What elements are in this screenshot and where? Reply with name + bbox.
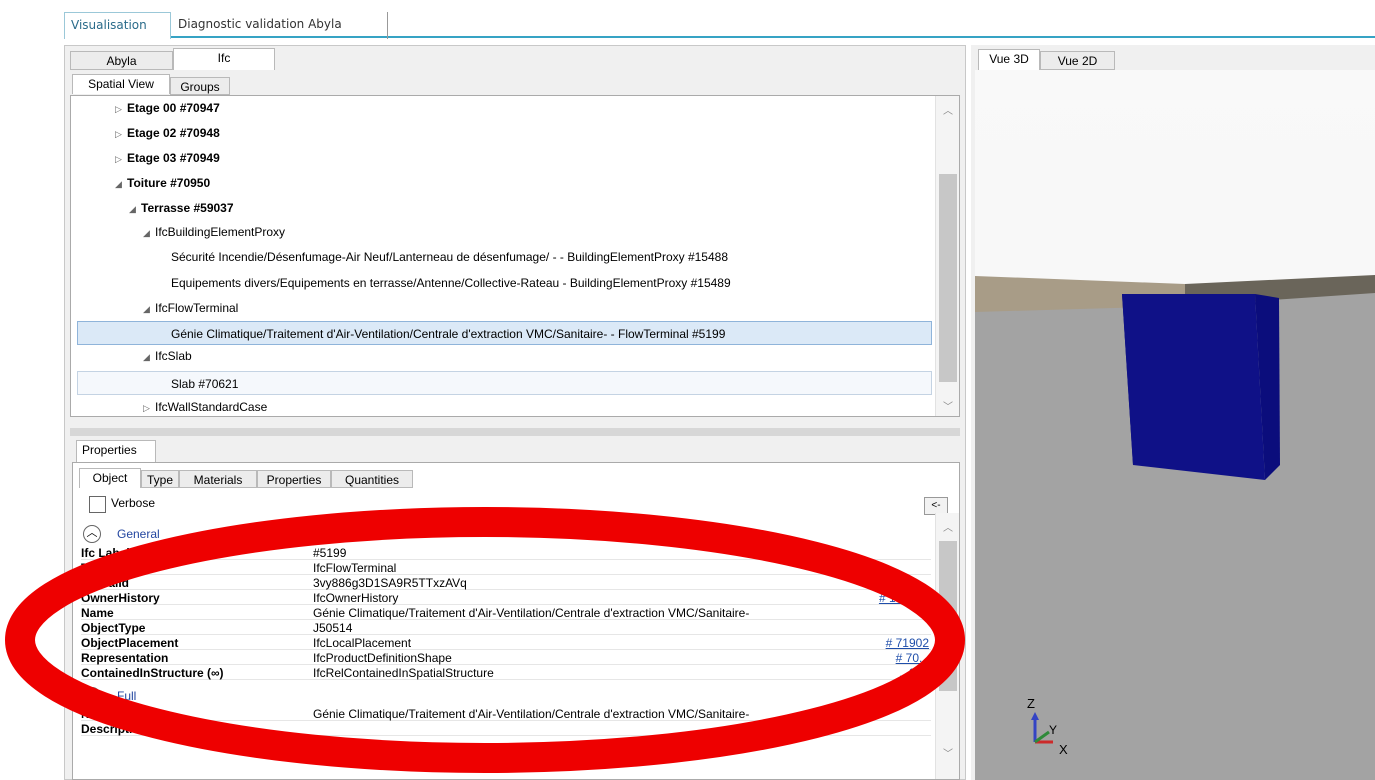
full-section-header: Full [117,689,137,703]
object-placement-link[interactable]: # 71902 [886,636,929,650]
tab-spatial-view[interactable]: Spatial View [72,74,170,94]
scroll-up-icon[interactable]: ︿ [936,102,959,117]
tab-abyla[interactable]: Abyla [70,51,173,70]
chevron-right-icon[interactable]: ▷ [143,396,155,416]
3d-viewport[interactable]: Z Y X [975,70,1375,780]
tab-vue-2d[interactable]: Vue 2D [1040,51,1115,70]
z-axis-label: Z [1027,696,1035,711]
table-row[interactable]: GlobalId 3vy886g3D1SA9R5TTxzAVq [81,576,931,590]
tab-materials[interactable]: Materials [179,470,257,488]
properties-scrollbar[interactable]: ︿ ﹀ [935,513,959,779]
verbose-label: Verbose [111,496,156,510]
tab-visualisation[interactable]: Visualisation [64,12,171,39]
properties-panel: Object Type Materials Properties Quantit… [72,462,960,780]
chevron-down-icon[interactable]: ◢ [115,172,127,196]
tree-item[interactable]: Sécurité Incendie/Désenfumage-Air Neuf/L… [171,245,728,269]
tab-type[interactable]: Type [141,470,179,488]
chevron-down-icon[interactable]: ◢ [129,197,141,221]
spatial-tree[interactable]: ▷ Etage 00 #70947 ▷ Etage 02 #70948 ▷ Etage… [70,95,960,417]
chevron-down-icon[interactable]: ◢ [143,221,155,245]
table-row[interactable]: Ifc Label #5199 [81,546,931,560]
tab-diagnostic-validation[interactable]: Diagnostic validation Abyla [172,12,388,39]
scroll-up-icon[interactable]: ︿ [936,519,959,534]
chevron-down-icon[interactable]: ◢ [143,345,155,369]
table-row[interactable]: Name Génie Climatique/Traitement d'Air-Ve… [81,606,931,620]
collapse-full-icon[interactable]: ︿ [83,687,101,705]
tree-scrollbar[interactable]: ︿ ﹀ [935,96,959,416]
table-row[interactable]: ObjectPlacement IfcLocalPlacement # 71902 [81,636,931,650]
tab-ifc[interactable]: Ifc [173,48,275,70]
3d-scene[interactable]: Z Y X [975,70,1375,780]
tab-groups[interactable]: Groups [170,77,230,95]
tree-item[interactable]: ▷ Etage 02 #70948 [115,121,220,145]
representation-link[interactable]: # 70... [896,651,929,665]
collapse-general-icon[interactable]: ︿ [83,525,101,543]
table-row[interactable]: ContainedInStructure (∞) IfcRelContainedI… [81,666,931,680]
table-row[interactable]: Representation IfcProductDefinitionShape #… [81,651,931,665]
scroll-down-icon[interactable]: ﹀ [936,398,959,413]
chevron-right-icon[interactable]: ▷ [115,147,127,171]
table-row[interactable]: ObjectType J50514 [81,621,931,635]
top-tab-strip: Visualisation Diagnostic validation Abyl… [64,8,1375,39]
cube-front-face [1122,294,1265,480]
tab-properties-sub[interactable]: Properties [257,470,331,488]
y-axis-label: Y [1049,723,1057,737]
panel-splitter[interactable] [70,428,960,436]
tab-properties[interactable]: Properties [76,440,156,462]
scroll-thumb[interactable] [939,174,957,382]
tree-item[interactable]: ◢ Toiture #70950 [115,171,210,195]
tab-quantities[interactable]: Quantities [331,470,413,488]
tree-item-hovered[interactable]: Slab #70621 [77,371,932,395]
tree-item[interactable]: ◢ Terrasse #59037 [129,196,234,220]
tree-item[interactable]: ◢ IfcBuildingElementProxy [143,220,285,244]
chevron-right-icon[interactable]: ▷ [115,122,127,146]
general-section-header: General [117,527,160,541]
contained-in-structure-link[interactable]: ...944 [899,666,929,680]
table-row[interactable]: Name Génie Climatique/Traitement d'Air-Ve… [81,707,931,721]
scroll-down-icon[interactable]: ﹀ [936,745,959,760]
tree-item[interactable]: ▷ Etage 03 #70949 [115,146,220,170]
tree-item[interactable]: ◢ IfcFlowTerminal [143,296,238,320]
tree-item[interactable]: ▷ Etage 00 #70947 [115,96,220,120]
chevron-right-icon[interactable]: ▷ [115,97,127,121]
scroll-thumb[interactable] [939,541,957,691]
tree-item-selected[interactable]: Génie Climatique/Traitement d'Air-Ventil… [77,321,932,345]
tree-item[interactable]: ◢ IfcSlab [143,344,192,368]
chevron-down-icon[interactable]: ◢ [143,297,155,321]
tree-item[interactable]: ▷ IfcWallStandardCase [143,395,267,416]
table-row[interactable]: Type IfcFlowTerminal [81,561,931,575]
verbose-checkbox[interactable] [89,496,106,513]
owner-history-link[interactable]: # 108206 [879,591,929,605]
tab-object[interactable]: Object [79,468,141,488]
tab-vue-3d[interactable]: Vue 3D [978,49,1040,70]
table-row[interactable]: Description [81,722,931,736]
x-axis-label: X [1059,742,1068,757]
table-row[interactable]: OwnerHistory IfcOwnerHistory # 108206 [81,591,931,605]
tree-item[interactable]: Equipements divers/Equipements en terras… [171,271,731,295]
